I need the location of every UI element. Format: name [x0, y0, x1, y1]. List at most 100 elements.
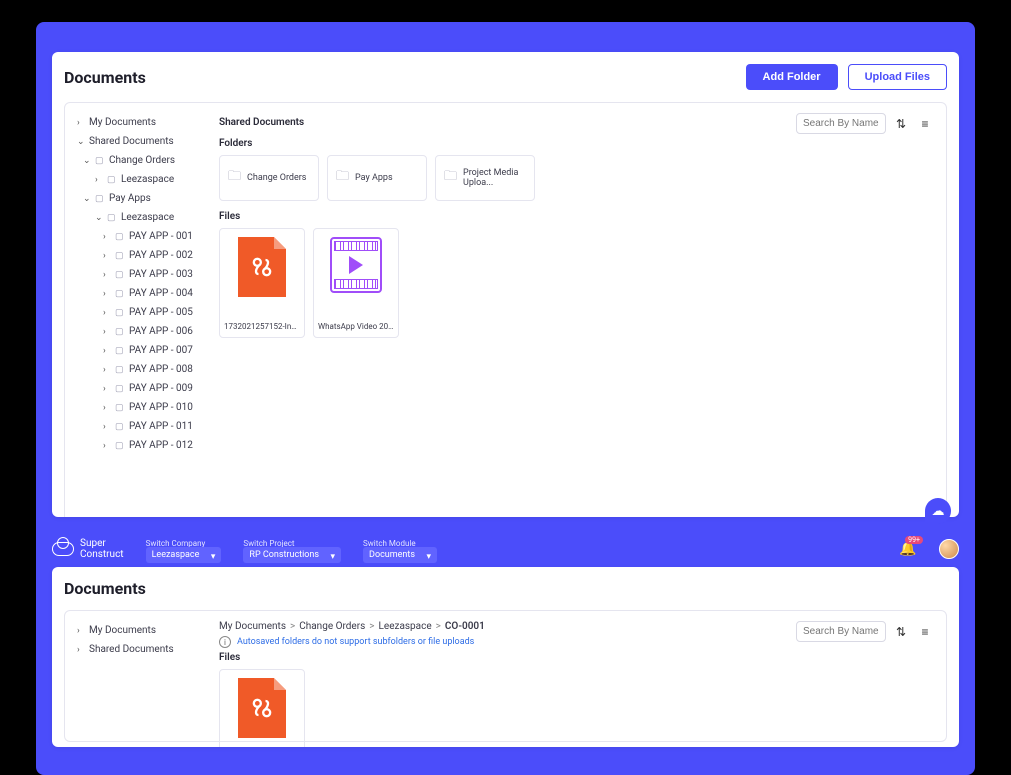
- tree-item-label: PAY APP - 005: [129, 307, 193, 318]
- chevron-icon[interactable]: ›: [95, 175, 103, 185]
- chevron-icon[interactable]: ›: [103, 327, 111, 337]
- tree-item[interactable]: ⌄ Shared Documents: [69, 132, 211, 151]
- switch-project-value[interactable]: RP Constructions: [243, 547, 341, 563]
- tree-item[interactable]: ›▢PAY APP - 010: [69, 398, 211, 417]
- search-input[interactable]: [796, 113, 886, 134]
- notifications-icon[interactable]: 🔔99+: [899, 540, 917, 558]
- tree-item[interactable]: ›▢PAY APP - 003: [69, 265, 211, 284]
- folder-icon: ▢: [115, 289, 125, 299]
- folder-icon: ▢: [107, 213, 117, 223]
- file-cards: 1732021257152-Inspe... WhatsApp Video 202…: [219, 228, 934, 338]
- switch-company[interactable]: Switch Company Leezaspace: [146, 539, 222, 560]
- add-folder-button[interactable]: Add Folder: [746, 64, 838, 90]
- switch-module[interactable]: Switch Module Documents: [363, 539, 437, 560]
- list-view-icon-2[interactable]: ≡: [916, 623, 934, 641]
- tablet-screen: Documents Add Folder Upload Files › My Do…: [36, 22, 975, 775]
- chevron-icon[interactable]: ›: [77, 626, 85, 636]
- tree-item[interactable]: › My Documents: [69, 113, 211, 132]
- folder-card[interactable]: 🗀Pay Apps: [327, 155, 427, 201]
- tree-item-label: PAY APP - 004: [129, 288, 193, 299]
- file-cards-2: [219, 669, 934, 747]
- folder-icon: 🗀: [228, 167, 241, 189]
- chevron-icon[interactable]: ›: [103, 308, 111, 318]
- folder-card[interactable]: 🗀Project Media Uploa...: [435, 155, 535, 201]
- chevron-icon[interactable]: ⌄: [95, 213, 103, 223]
- chevron-icon[interactable]: ⌄: [83, 194, 91, 204]
- chevron-icon[interactable]: ›: [103, 251, 111, 261]
- notifications-badge: 99+: [905, 536, 923, 544]
- folder-icon: ▢: [115, 422, 125, 432]
- upload-files-button[interactable]: Upload Files: [848, 64, 947, 90]
- page-title-2: Documents: [64, 579, 146, 598]
- tree-item-label: My Documents: [89, 117, 156, 128]
- chevron-icon[interactable]: ›: [103, 365, 111, 375]
- cloud-icon: [52, 542, 74, 556]
- tree-item[interactable]: ›▢PAY APP - 006: [69, 322, 211, 341]
- breadcrumb-2[interactable]: My Documents>Change Orders>Leezaspace>CO…: [219, 621, 485, 632]
- tree-item-label: Shared Documents: [89, 644, 174, 655]
- switch-project[interactable]: Switch Project RP Constructions: [243, 539, 341, 560]
- documents-window-1: Documents Add Folder Upload Files ›My Do…: [52, 52, 959, 517]
- tree-item[interactable]: ⌄▢Pay Apps: [69, 189, 211, 208]
- chevron-icon[interactable]: ›: [103, 403, 111, 413]
- info-text: Autosaved folders do not support subfold…: [237, 637, 474, 647]
- chevron-icon[interactable]: ⌄: [83, 156, 91, 166]
- tree-item-label: PAY APP - 001: [129, 231, 193, 242]
- breadcrumb-segment[interactable]: My Documents: [219, 621, 286, 632]
- tree-item[interactable]: ›▢PAY APP - 007: [69, 341, 211, 360]
- list-view-icon[interactable]: ≡: [916, 115, 934, 133]
- file-card[interactable]: WhatsApp Video 2024...: [313, 228, 399, 338]
- chat-fab[interactable]: ☁: [925, 498, 951, 524]
- chevron-icon[interactable]: ›: [103, 346, 111, 356]
- files-section-label: Files: [219, 211, 934, 222]
- brand[interactable]: SuperConstruct: [52, 538, 124, 560]
- tree-item[interactable]: ›▢PAY APP - 002: [69, 246, 211, 265]
- folder-icon: ▢: [95, 194, 105, 204]
- switch-company-value[interactable]: Leezaspace: [146, 547, 222, 563]
- folder-tree[interactable]: › My Documents ⌄ Shared Documents ⌄▢Change O…: [65, 103, 215, 517]
- chevron-icon[interactable]: ›: [77, 645, 85, 655]
- tree-item[interactable]: ›▢PAY APP - 001: [69, 227, 211, 246]
- tree-item[interactable]: › ▢ PAY APP - 005: [69, 303, 211, 322]
- tree-item[interactable]: › ▢ PAY APP - 004: [69, 284, 211, 303]
- tree-item[interactable]: ›▢PAY APP - 011: [69, 417, 211, 436]
- tree-item-label: My Documents: [89, 625, 156, 636]
- tree-item[interactable]: ›▢Leezaspace: [69, 170, 211, 189]
- search-input-2[interactable]: [796, 621, 886, 642]
- avatar[interactable]: [939, 539, 959, 559]
- chevron-icon[interactable]: ›: [77, 118, 85, 128]
- tree-item[interactable]: ⌄▢Change Orders: [69, 151, 211, 170]
- chevron-icon[interactable]: ›: [103, 270, 111, 280]
- tree-item-label: PAY APP - 002: [129, 250, 193, 261]
- chevron-icon[interactable]: ›: [103, 384, 111, 394]
- header-bar-2: Documents: [52, 567, 959, 610]
- sort-icon[interactable]: ⇅: [892, 115, 910, 133]
- chevron-icon[interactable]: ›: [103, 232, 111, 242]
- tree-item[interactable]: › Shared Documents: [69, 640, 211, 659]
- tree-item[interactable]: ›▢PAY APP - 008: [69, 360, 211, 379]
- file-card[interactable]: 1732021257152-Inspe...: [219, 228, 305, 338]
- folder-name: Pay Apps: [355, 173, 393, 183]
- chevron-icon[interactable]: ⌄: [77, 137, 85, 147]
- tree-item-label: Shared Documents: [89, 136, 174, 147]
- folder-card[interactable]: 🗀Change Orders: [219, 155, 319, 201]
- tree-item[interactable]: › My Documents: [69, 621, 211, 640]
- chevron-icon[interactable]: ›: [103, 422, 111, 432]
- switch-module-value[interactable]: Documents: [363, 547, 437, 563]
- breadcrumb-segment[interactable]: Leezaspace: [379, 621, 432, 632]
- file-card[interactable]: [219, 669, 305, 747]
- tree-item[interactable]: ›▢PAY APP - 009: [69, 379, 211, 398]
- breadcrumb-segment[interactable]: Change Orders: [299, 621, 365, 632]
- chevron-icon[interactable]: ›: [103, 289, 111, 299]
- tree-item-label: PAY APP - 009: [129, 383, 193, 394]
- tree-item[interactable]: ⌄▢Leezaspace: [69, 208, 211, 227]
- folder-icon: ▢: [115, 308, 125, 318]
- pdf-icon: [238, 678, 286, 738]
- brand-text: SuperConstruct: [80, 538, 124, 560]
- tree-item[interactable]: ›▢PAY APP - 012: [69, 436, 211, 455]
- chevron-icon[interactable]: ›: [103, 441, 111, 451]
- file-name: WhatsApp Video 2024...: [318, 322, 394, 331]
- folder-name: Project Media Uploa...: [463, 168, 526, 188]
- sort-icon-2[interactable]: ⇅: [892, 623, 910, 641]
- folder-tree-2[interactable]: › My Documents › Shared Documents: [65, 611, 215, 741]
